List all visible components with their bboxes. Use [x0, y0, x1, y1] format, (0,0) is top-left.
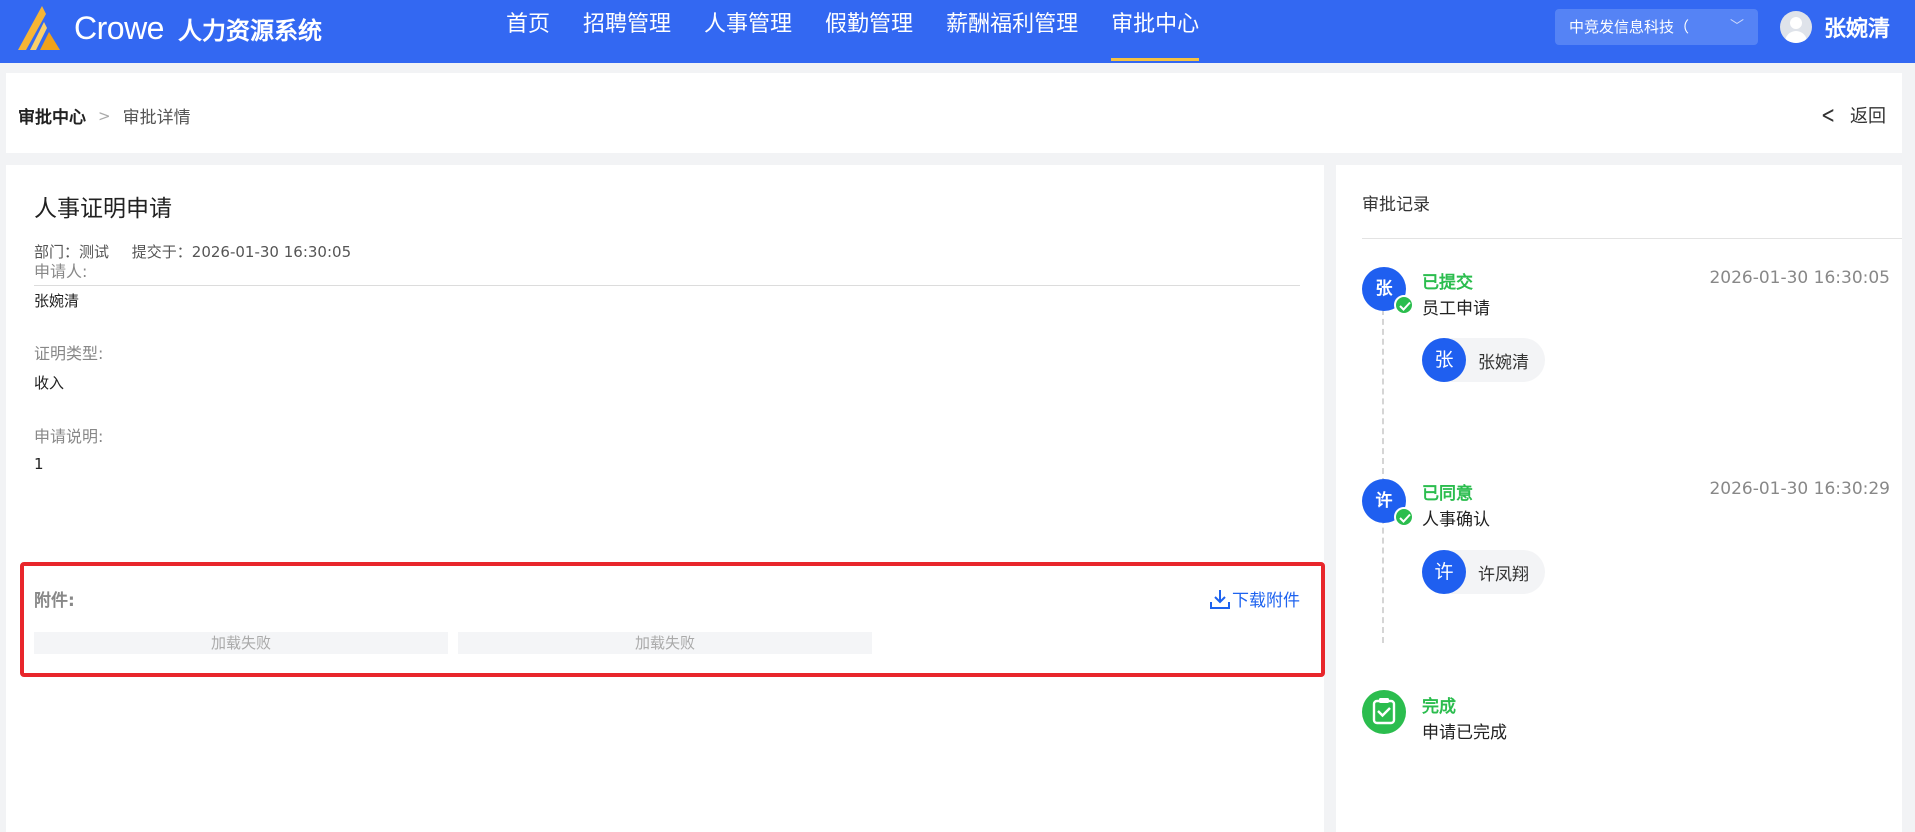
breadcrumb-bar: 审批中心 > 审批详情 < 返回 — [6, 73, 1902, 153]
record-status: 完成 — [1422, 697, 1456, 717]
divider — [1362, 238, 1902, 239]
back-button[interactable]: < 返回 — [1818, 101, 1886, 129]
chevron-right-icon: > — [98, 106, 111, 125]
crowe-logo-icon — [18, 6, 60, 50]
submitted-time: 提交于：2026-01-30 16:30:05 — [131, 243, 352, 261]
chevron-down-icon: ﹀ — [1730, 19, 1744, 35]
nav-item-payroll[interactable]: 薪酬福利管理 — [946, 0, 1078, 63]
check-circle-icon — [1394, 507, 1414, 527]
person-avatar: 许 — [1422, 550, 1466, 594]
company-select-value: 中竞发信息科技（ — [1569, 18, 1690, 36]
person-avatar: 张 — [1422, 338, 1466, 382]
system-name: 人力资源系统 — [177, 16, 322, 45]
record-status: 已提交 — [1422, 273, 1473, 293]
nav-item-approval-center[interactable]: 审批中心 — [1111, 0, 1200, 63]
certificate-type-label: 证明类型: — [34, 344, 104, 363]
logo[interactable]: Crowe 人力资源系统 — [16, 4, 322, 52]
record-time: 2026-01-30 16:30:29 — [1709, 479, 1890, 499]
approval-records-card: 审批记录 张 已提交 员工申请 2026-01-30 16:30:05 张 张婉… — [1336, 165, 1902, 832]
nav-item-attendance[interactable]: 假勤管理 — [825, 0, 913, 63]
node-initial: 许 — [1375, 491, 1393, 511]
check-circle-icon — [1394, 295, 1414, 315]
user-menu[interactable]: 张婉清 — [1780, 9, 1890, 45]
breadcrumb: 审批中心 > 审批详情 — [18, 103, 191, 129]
records-title: 审批记录 — [1362, 195, 1430, 215]
breadcrumb-root[interactable]: 审批中心 — [18, 103, 86, 128]
logo-wordmark: Crowe — [74, 9, 164, 46]
timeline-line — [1382, 299, 1384, 643]
record-person: 许 许凤翔 — [1422, 550, 1545, 594]
company-select[interactable]: 中竞发信息科技（ ﹀ — [1555, 9, 1758, 45]
nav-item-personnel[interactable]: 人事管理 — [704, 0, 792, 63]
main-nav: 首页 招聘管理 人事管理 假勤管理 薪酬福利管理 审批中心 — [506, 0, 1232, 63]
node-initial: 张 — [1375, 279, 1393, 299]
divider — [34, 285, 1300, 286]
user-avatar-icon — [1780, 11, 1812, 43]
record-person: 张 张婉清 — [1422, 338, 1545, 382]
timeline-node-avatar: 张 — [1362, 267, 1414, 315]
record-step: 员工申请 — [1422, 299, 1490, 319]
certificate-type-value: 收入 — [34, 374, 65, 392]
description-value: 1 — [34, 455, 44, 473]
timeline-node-complete — [1362, 690, 1406, 734]
nav-item-home[interactable]: 首页 — [506, 0, 550, 63]
top-navbar: Crowe 人力资源系统 首页 招聘管理 人事管理 假勤管理 薪酬福利管理 审批… — [0, 0, 1915, 63]
breadcrumb-current: 审批详情 — [122, 108, 191, 128]
user-name: 张婉清 — [1824, 17, 1891, 42]
description-label: 申请说明: — [34, 427, 104, 446]
back-label: 返回 — [1850, 106, 1886, 127]
attachment-highlight-box — [20, 562, 1325, 677]
person-name: 许凤翔 — [1478, 564, 1529, 585]
record-status: 已同意 — [1422, 484, 1473, 504]
record-step: 申请已完成 — [1422, 723, 1507, 743]
record-time: 2026-01-30 16:30:05 — [1709, 268, 1890, 288]
complete-clipboard-icon — [1372, 698, 1396, 725]
applicant-label: 申请人: — [34, 262, 88, 281]
page-title: 人事证明申请 — [34, 196, 172, 222]
application-detail-card: 人事证明申请 部门：测试 提交于：2026-01-30 16:30:05 申请人… — [6, 165, 1324, 832]
timeline-node-avatar: 许 — [1362, 479, 1414, 527]
applicant-value: 张婉清 — [34, 292, 80, 310]
chevron-left-icon: < — [1820, 101, 1835, 129]
person-name: 张婉清 — [1478, 352, 1529, 373]
record-step: 人事确认 — [1422, 510, 1490, 530]
nav-item-recruitment[interactable]: 招聘管理 — [583, 0, 671, 63]
